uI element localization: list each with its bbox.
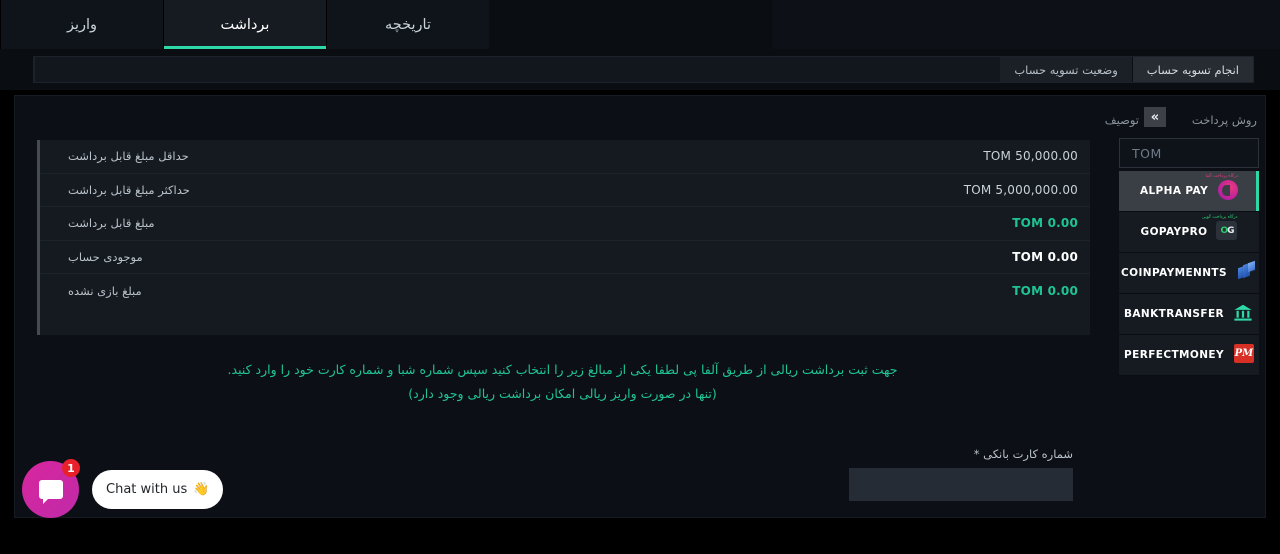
info-value: TOM 0.00	[1012, 250, 1078, 265]
payment-method-heading: روش پرداخت	[1191, 113, 1257, 127]
info-label: موجودی حساب	[68, 250, 143, 265]
payment-method-rail: روش پرداخت » توصیف TOM درگاه پرداخت آلفا…	[1105, 96, 1265, 519]
info-value: TOM 0.00	[1012, 216, 1078, 231]
info-row-unplayed: مبلغ بازی نشده TOM 0.00	[40, 274, 1090, 308]
info-row-balance: موجودی حساب TOM 0.00	[40, 241, 1090, 275]
chat-unread-badge: 1	[62, 459, 80, 477]
waving-hand-icon: 👋	[193, 482, 210, 497]
tab-withdraw[interactable]: برداشت	[163, 0, 326, 49]
bank-card-number-label: شماره کارت بانکی *	[973, 447, 1073, 461]
notice-line-1: جهت ثبت برداشت ریالی از طریق آلفا پی لطف…	[227, 362, 898, 377]
gopaypro-logo: GO درگاه پرداخت گوپی	[1202, 215, 1238, 243]
tab-history[interactable]: تاریخچه	[326, 0, 489, 49]
payment-method-coinpayments[interactable]: COINPAYMENNTS	[1119, 253, 1259, 294]
bank-card-number-input[interactable]	[849, 468, 1073, 501]
info-label: مبلغ بازی نشده	[68, 284, 142, 299]
subtab-do-settlement[interactable]: انجام تسویه حساب	[1132, 57, 1253, 82]
withdraw-notice: جهت ثبت برداشت ریالی از طریق آلفا پی لطف…	[37, 358, 1088, 406]
info-row-withdrawable: مبلغ قابل برداشت TOM 0.00	[40, 207, 1090, 241]
payment-method-list: درگاه پرداخت آلفا ALPHA PAY GO درگاه پرد…	[1119, 171, 1259, 376]
chevron-double-right-icon[interactable]: »	[1144, 107, 1166, 127]
alphapay-sublabel: درگاه پرداخت آلفا	[1205, 174, 1239, 179]
payment-method-label: GOPAYPRO	[1140, 226, 1208, 238]
chat-with-us-pill[interactable]: Chat with us 👋	[92, 470, 224, 509]
info-label: حداقل مبلغ قابل برداشت	[68, 149, 189, 164]
info-label: مبلغ قابل برداشت	[68, 216, 155, 231]
sub-tab-container: انجام تسویه حساب وضعیت تسویه حساب	[33, 56, 1254, 83]
subtab-settlement-status[interactable]: وضعیت تسویه حساب	[1000, 57, 1133, 82]
info-value: TOM 0.00	[1012, 284, 1078, 299]
banktransfer-logo	[1228, 303, 1254, 325]
payment-method-label: ALPHA PAY	[1139, 185, 1209, 197]
sub-tab-empty-space	[34, 57, 1000, 82]
payment-method-banktransfer[interactable]: BANKTRANSFER	[1119, 294, 1259, 335]
payment-method-label: BANKTRANSFER	[1124, 308, 1225, 320]
currency-amount-input[interactable]: TOM	[1119, 138, 1259, 168]
info-value: TOM 5,000,000.00	[963, 182, 1078, 197]
payment-method-gopaypro[interactable]: GO درگاه پرداخت گوپی GOPAYPRO	[1119, 212, 1259, 253]
coinpayments-logo	[1231, 260, 1257, 284]
description-label: توصیف	[1104, 113, 1139, 127]
account-info-box: حداقل مبلغ قابل برداشت TOM 50,000.00 حدا…	[37, 140, 1090, 335]
alphapay-logo: درگاه پرداخت آلفا	[1206, 174, 1239, 202]
withdraw-card: روش پرداخت » توصیف TOM درگاه پرداخت آلفا…	[14, 95, 1266, 518]
main-tab-bar: واریز برداشت تاریخچه	[0, 0, 1280, 49]
payment-method-alphapay[interactable]: درگاه پرداخت آلفا ALPHA PAY	[1119, 171, 1259, 212]
payment-method-label: PERFECTMONEY	[1124, 349, 1224, 361]
chat-pill-label: Chat with us	[106, 482, 188, 497]
info-label: حداکثر مبلغ قابل برداشت	[68, 182, 190, 197]
chat-bubble-icon	[38, 480, 63, 504]
info-value: TOM 50,000.00	[983, 149, 1078, 164]
withdraw-form-panel: حداقل مبلغ قابل برداشت TOM 50,000.00 حدا…	[15, 96, 1105, 519]
info-row-min-withdraw: حداقل مبلغ قابل برداشت TOM 50,000.00	[40, 140, 1090, 174]
info-row-max-withdraw: حداکثر مبلغ قابل برداشت TOM 5,000,000.00	[40, 174, 1090, 208]
withdraw-page: واریز برداشت تاریخچه انجام تسویه حساب وض…	[0, 0, 1280, 554]
settlement-sub-tab-bar: انجام تسویه حساب وضعیت تسویه حساب	[0, 49, 1280, 90]
gopaypro-sublabel: درگاه پرداخت گوپی	[1201, 215, 1238, 220]
notice-line-2: (تنها در صورت واریز ریالی امکان برداشت ر…	[408, 386, 717, 401]
perfectmoney-logo: PM	[1228, 344, 1254, 366]
payment-method-perfectmoney[interactable]: PM PERFECTMONEY	[1119, 335, 1259, 376]
payment-method-label: COINPAYMENNTS	[1121, 267, 1227, 279]
tab-deposit[interactable]: واریز	[0, 0, 163, 49]
